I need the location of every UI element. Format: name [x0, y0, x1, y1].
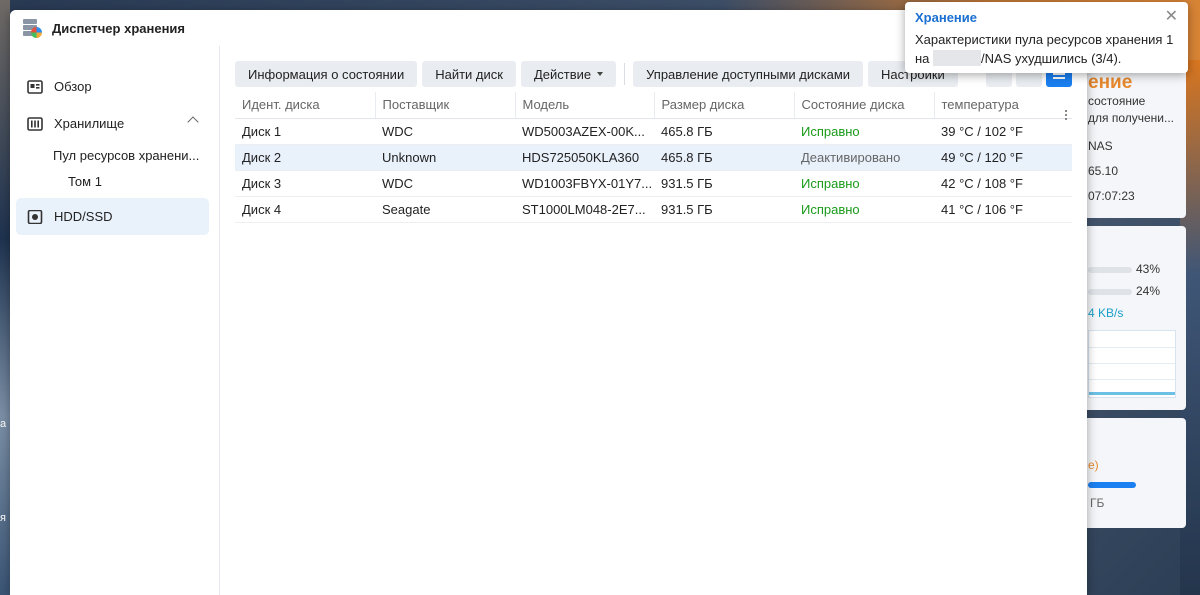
disk-table: Идент. диска Поставщик Модель Размер дис…: [235, 92, 1072, 223]
disk-vendor: Seagate: [375, 196, 515, 223]
disk-size: 465.8 ГБ: [654, 118, 794, 145]
cpu-percent: 43%: [1136, 262, 1161, 276]
notification-title[interactable]: Хранение: [915, 10, 1178, 25]
disk-status: Исправно: [794, 170, 934, 197]
disk-model: WD5003AZEX-00K...: [515, 118, 654, 145]
main-content: Информация о состоянии Найти диск Действ…: [221, 46, 1087, 595]
resource-monitor-widget: 43% 24% 4 KB/s: [1080, 226, 1186, 410]
disk-temperature: 39 °C / 102 °F: [934, 118, 1072, 145]
caret-down-icon: [597, 72, 604, 76]
disk-temperature: 49 °C / 120 °F: [934, 144, 1072, 171]
status-info-button[interactable]: Информация о состоянии: [235, 61, 418, 87]
sidebar: Обзор Хранилище Пул ресурсов хранени... …: [10, 46, 220, 595]
col-disk-id[interactable]: Идент. диска: [235, 92, 375, 119]
disk-model: ST1000LM048-2E7...: [515, 196, 654, 223]
ram-bar: [1088, 289, 1132, 295]
disk-vendor: Unknown: [375, 144, 515, 171]
disk-status: Деактивировано: [794, 144, 934, 171]
storage-bar: [1088, 482, 1136, 488]
notification-line-2: на /NAS ухудшились (3/4).: [915, 49, 1178, 68]
network-speed: 4 KB/s: [1088, 306, 1124, 320]
network-graph: [1088, 330, 1176, 398]
notification-prefix: на: [915, 51, 930, 66]
col-temperature[interactable]: температура: [933, 92, 1072, 119]
disk-id: Диск 3: [235, 170, 375, 197]
table-header-row: Идент. диска Поставщик Модель Размер дис…: [235, 92, 1072, 119]
table-row[interactable]: Диск 1 WDC WD5003AZEX-00K... 465.8 ГБ Ис…: [235, 118, 1072, 145]
disk-id: Диск 2: [235, 144, 375, 171]
disk-id: Диск 4: [235, 196, 375, 223]
disk-temperature: 42 °C / 108 °F: [934, 170, 1072, 197]
storage-manager-icon: [22, 18, 42, 38]
sidebar-item-storage[interactable]: Хранилище: [16, 105, 209, 142]
notification-body: Характеристики пула ресурсов хранения 1 …: [915, 30, 1178, 68]
desktop-wallpaper-left: [0, 0, 10, 595]
sidebar-item-label: Хранилище: [54, 116, 125, 131]
disk-vendor: WDC: [375, 118, 515, 145]
disk-status: Исправно: [794, 118, 934, 145]
disk-size: 931.5 ГБ: [654, 170, 794, 197]
toolbar-divider: [624, 63, 626, 85]
hdd-icon: [27, 209, 43, 224]
disk-size: 931.5 ГБ: [654, 196, 794, 223]
sidebar-item-hdd-ssd[interactable]: HDD/SSD: [16, 198, 209, 235]
widget-line: состояние: [1088, 94, 1146, 108]
redacted-hostname: [933, 50, 982, 66]
widget-line: NAS: [1088, 139, 1113, 153]
widget-title: ение: [1088, 72, 1133, 93]
ram-percent: 24%: [1136, 284, 1161, 298]
find-disk-button[interactable]: Найти диск: [422, 61, 516, 87]
storage-manager-window: Диспетчер хранения Обзор Хранилище Пул р…: [10, 10, 1087, 595]
sidebar-item-label: Обзор: [54, 79, 92, 94]
sidebar-item-label: HDD/SSD: [54, 209, 113, 224]
overview-icon: [27, 79, 43, 94]
desktop-glyph: я: [0, 512, 6, 524]
notification-line-1: Характеристики пула ресурсов хранения 1: [915, 32, 1174, 47]
col-status[interactable]: Состояние диска: [793, 92, 934, 119]
table-row[interactable]: Диск 2 Unknown HDS725050KLA360 465.8 ГБ …: [235, 144, 1072, 171]
notification-suffix: /NAS ухудшились (3/4).: [981, 51, 1122, 66]
storage-size: ГБ: [1090, 496, 1105, 510]
disk-model: WD1003FBYX-01Y7...: [515, 170, 654, 197]
window-title: Диспетчер хранения: [52, 20, 186, 36]
chevron-up-icon[interactable]: [187, 116, 199, 128]
disk-id: Диск 1: [235, 118, 375, 145]
sidebar-item-volume[interactable]: Том 1: [10, 168, 219, 194]
disk-vendor: WDC: [375, 170, 515, 197]
disk-size: 465.8 ГБ: [654, 144, 794, 171]
system-health-widget: ение состояние для получени... NAS 65.10…: [1080, 60, 1186, 218]
disk-status: Исправно: [794, 196, 934, 223]
widget-line: 07:07:23: [1088, 189, 1135, 203]
disk-model: HDS725050KLA360: [515, 144, 654, 171]
col-vendor[interactable]: Поставщик: [374, 92, 515, 119]
table-row[interactable]: Диск 4 Seagate ST1000LM048-2E7... 931.5 …: [235, 196, 1072, 223]
disk-temperature: 41 °C / 106 °F: [934, 196, 1072, 223]
cpu-bar: [1088, 267, 1132, 273]
col-size[interactable]: Размер диска: [653, 92, 794, 119]
close-icon[interactable]: ✕: [1165, 9, 1178, 25]
storage-icon: [27, 116, 43, 131]
action-dropdown-button[interactable]: Действие: [520, 61, 617, 87]
column-menu-icon[interactable]: [1065, 108, 1069, 122]
sidebar-item-overview[interactable]: Обзор: [16, 68, 209, 105]
table-row[interactable]: Диск 3 WDC WD1003FBYX-01Y7... 931.5 ГБ И…: [235, 170, 1072, 197]
desktop-glyph: а: [0, 418, 7, 430]
widget-paren: e): [1088, 458, 1099, 472]
notification-popup: Хранение Характеристики пула ресурсов хр…: [905, 2, 1188, 73]
manage-disks-button[interactable]: Управление доступными дисками: [633, 61, 864, 87]
col-model[interactable]: Модель: [514, 92, 654, 119]
sidebar-item-storage-pool[interactable]: Пул ресурсов хранени...: [10, 142, 219, 168]
action-label: Действие: [533, 66, 592, 82]
widget-line: 65.10: [1088, 164, 1119, 178]
storage-widget: e) ГБ: [1080, 418, 1186, 528]
widget-line: для получени...: [1088, 111, 1175, 125]
